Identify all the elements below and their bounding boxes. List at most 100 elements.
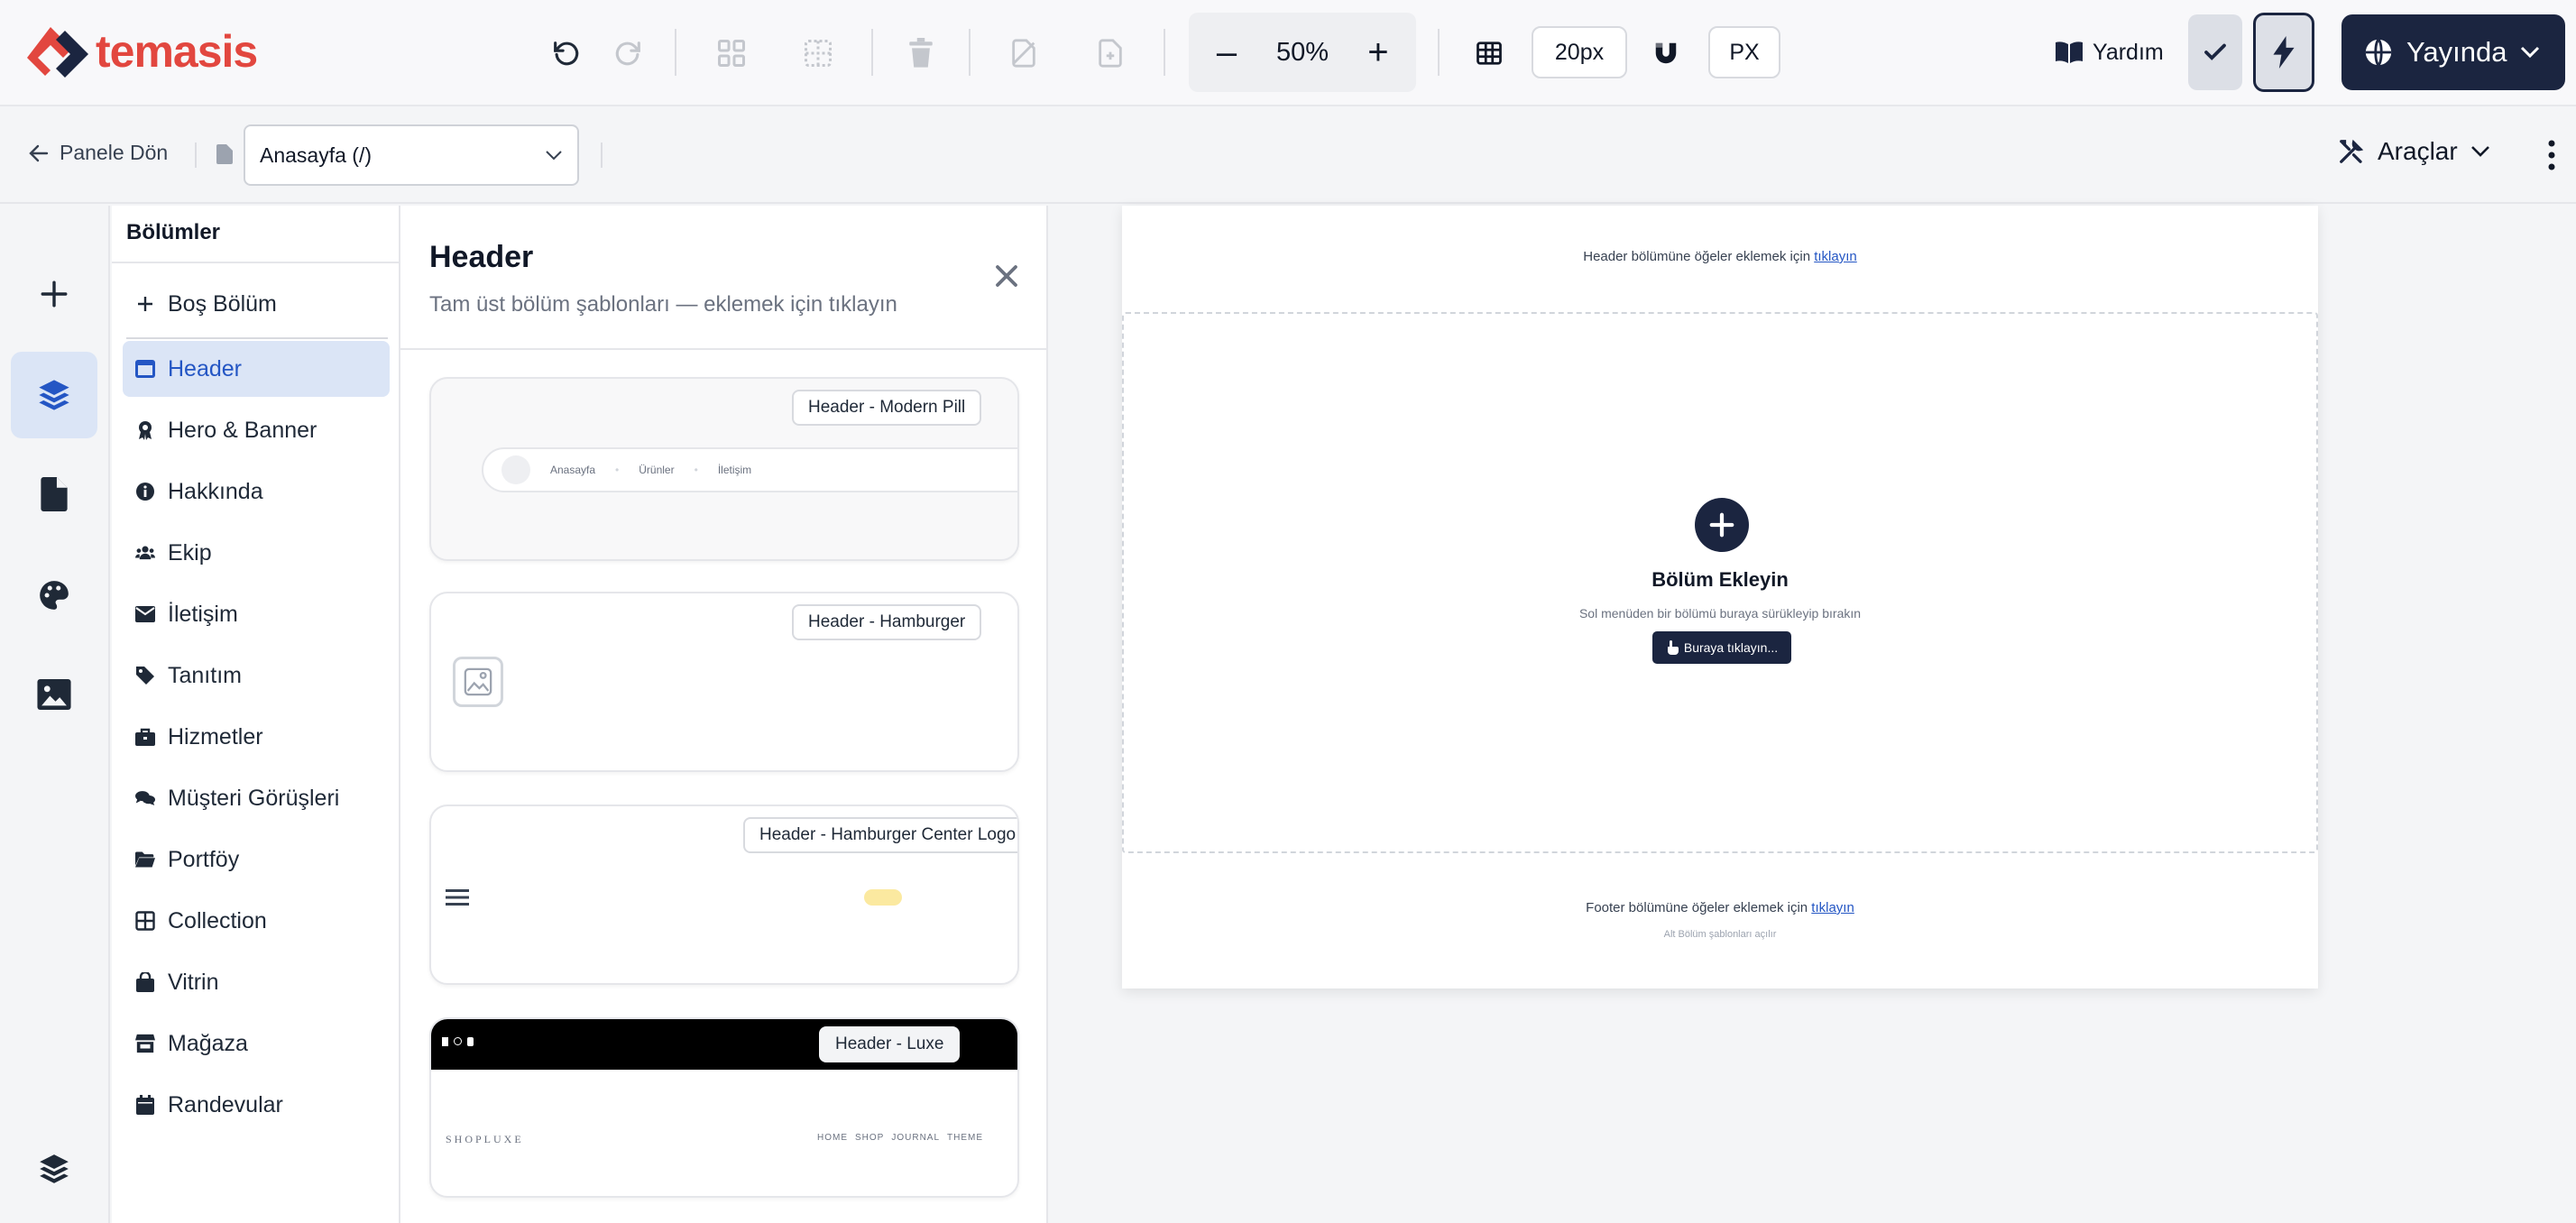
book-icon (2056, 41, 2083, 63)
pages-icon[interactable] (11, 451, 97, 538)
section-collection[interactable]: Collection (123, 893, 390, 949)
table-icon (135, 911, 155, 931)
section-blank[interactable]: Boş Bölüm (123, 276, 390, 332)
section-header[interactable]: Header (123, 341, 390, 397)
back-label: Panele Dön (60, 141, 169, 164)
save-check-button[interactable] (2188, 14, 2242, 90)
header-hint[interactable]: Header bölümüne öğeler eklemek için tıkl… (1122, 249, 2318, 264)
media-image-icon[interactable] (11, 651, 97, 738)
group-icon[interactable] (705, 27, 758, 79)
grid-size-button[interactable]: 20px (1532, 26, 1627, 78)
comments-icon (135, 788, 155, 808)
tools-menu[interactable]: Araçlar (2338, 137, 2490, 166)
section-label: Müşteri Görüşleri (168, 785, 340, 811)
zoom-value: 50% (1275, 37, 1329, 67)
section-store[interactable]: Mağaza (123, 1016, 390, 1071)
undo-icon[interactable] (539, 27, 592, 79)
luxe-nav-preview: HOME SHOP JOURNAL THEME (817, 1133, 983, 1143)
tiktok-icon (467, 1037, 474, 1046)
back-to-panel-link[interactable]: Panele Dön (29, 141, 168, 165)
preview-nav-item: Anasayfa (550, 464, 596, 476)
section-team[interactable]: Ekip (123, 525, 390, 581)
preview-nav-item: SHOP (855, 1133, 885, 1143)
magnet-icon[interactable] (1640, 27, 1692, 79)
section-promo[interactable]: Tanıtım (123, 648, 390, 703)
footer-hint[interactable]: Footer bölümüne öğeler eklemek için tıkl… (1122, 900, 2318, 915)
section-label: Mağaza (168, 1030, 248, 1056)
add-page-icon[interactable] (1084, 27, 1136, 79)
footer-subtext: Alt Bölüm şablonları açılır (1663, 929, 1777, 940)
center-logo-placeholder (864, 889, 902, 906)
page-file-icon (216, 144, 233, 164)
section-label: Vitrin (168, 969, 219, 995)
add-section-button[interactable]: Buraya tıklayın... (1652, 631, 1791, 664)
instagram-icon (454, 1037, 462, 1045)
check-icon (2204, 43, 2226, 60)
store-icon (135, 1034, 155, 1053)
page-select[interactable]: Anasayfa (/) (244, 124, 579, 186)
add-section-button-label: Buraya tıklayın... (1683, 640, 1779, 655)
ungroup-icon[interactable] (792, 27, 844, 79)
section-label: Portföy (168, 846, 240, 872)
left-rail (0, 206, 110, 1223)
close-icon[interactable] (989, 258, 1025, 294)
section-dropzone[interactable]: Bölüm Ekleyin Sol menüden bir bölümü bur… (1122, 312, 2318, 853)
section-label: Header (168, 355, 242, 382)
zoom-control: – 50% + (1189, 13, 1416, 92)
section-testimonials[interactable]: Müşteri Görüşleri (123, 770, 390, 826)
palette-icon[interactable] (11, 552, 97, 639)
help-label: Yardım (2093, 39, 2164, 65)
folder-icon (135, 850, 155, 869)
add-section-icon[interactable] (1695, 498, 1749, 552)
sections-layers-icon[interactable] (11, 352, 97, 438)
add-element-icon[interactable] (11, 251, 97, 337)
zoom-in-button[interactable]: + (1360, 32, 1396, 72)
globe-icon (2365, 38, 2392, 67)
page-bar: Panele Dön Anasayfa (/) Araçlar (0, 108, 2576, 204)
publish-button[interactable]: Yayında (2341, 14, 2565, 90)
image-placeholder-icon (453, 657, 503, 707)
hamburger-icon (446, 887, 469, 907)
unit-button[interactable]: PX (1708, 26, 1780, 78)
section-appointments[interactable]: Randevular (123, 1077, 390, 1133)
delete-icon[interactable] (895, 27, 947, 79)
grid-icon[interactable] (1463, 27, 1515, 79)
header-hint-link[interactable]: tıklayın (1814, 249, 1857, 264)
template-card-hamburger[interactable]: Header - Hamburger (429, 592, 1019, 772)
section-label: İletişim (168, 601, 238, 627)
info-icon (135, 482, 155, 501)
help-button[interactable]: Yardım (2055, 32, 2164, 72)
section-showcase[interactable]: Vitrin (123, 954, 390, 1010)
chevron-down-icon (2470, 146, 2489, 157)
brand-logo[interactable]: temasis (23, 20, 258, 83)
calendar-icon (135, 1095, 155, 1115)
section-contact[interactable]: İletişim (123, 586, 390, 642)
section-portfolio[interactable]: Portföy (123, 832, 390, 887)
award-icon (135, 420, 155, 440)
template-card-label: Header - Luxe (819, 1026, 961, 1062)
plus-icon (135, 294, 155, 314)
footer-hint-link[interactable]: tıklayın (1811, 900, 1854, 915)
section-about[interactable]: Hakkında (123, 464, 390, 520)
more-options-icon[interactable] (2547, 139, 2556, 171)
users-icon (135, 543, 155, 563)
section-services[interactable]: Hizmetler (123, 709, 390, 765)
section-label: Tanıtım (168, 662, 242, 688)
preview-nav-item: THEME (947, 1133, 984, 1143)
quick-actions-button[interactable] (2253, 13, 2314, 92)
redo-icon[interactable] (603, 27, 655, 79)
duplicate-icon[interactable] (998, 27, 1050, 79)
template-card-luxe[interactable]: Header - Luxe SHOPLUXE HOME SHOP JOURNAL… (429, 1017, 1019, 1198)
zoom-out-button[interactable]: – (1209, 32, 1245, 72)
template-card-hamburger-center-logo[interactable]: Header - Hamburger Center Logo (429, 805, 1019, 985)
section-hero-banner[interactable]: Hero & Banner (123, 402, 390, 458)
template-card-label: Header - Modern Pill (792, 390, 982, 426)
template-card-label: Header - Hamburger (792, 604, 982, 640)
hand-pointer-icon (1667, 640, 1679, 655)
tools-icon (2340, 139, 2364, 163)
template-panel-title: Header (429, 240, 534, 274)
section-label: Hero & Banner (168, 417, 317, 443)
section-label: Hakkında (168, 478, 263, 504)
layers-stack-icon[interactable] (11, 1126, 97, 1212)
template-card-modern-pill[interactable]: Header - Modern Pill Anasayfa • Ürünler … (429, 377, 1019, 561)
